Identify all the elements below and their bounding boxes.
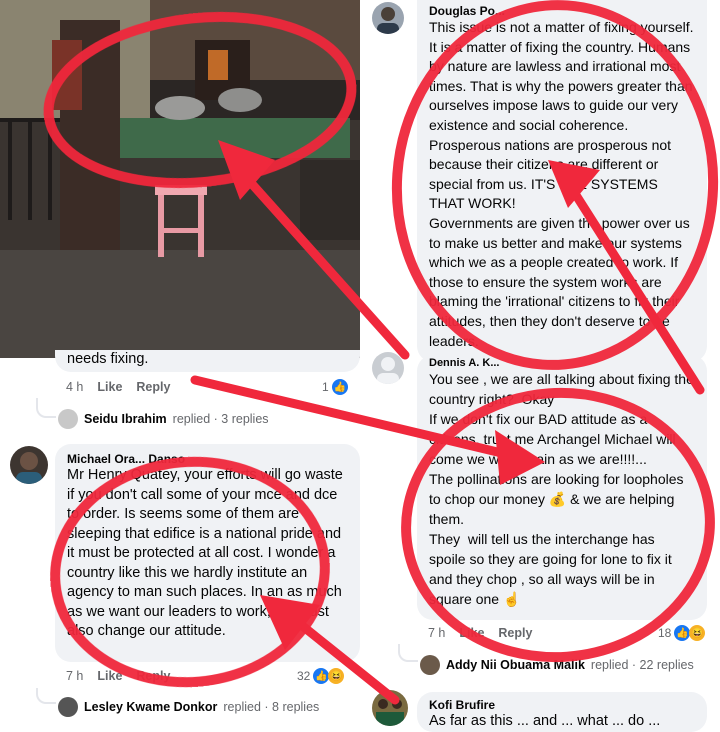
- like-button[interactable]: Like: [97, 669, 122, 683]
- comment-time: 7 h: [428, 626, 446, 640]
- reaction-count: 1: [322, 380, 329, 394]
- reaction-summary[interactable]: 1 👍: [322, 379, 348, 395]
- thread-connector: [36, 688, 56, 704]
- reaction-count: 18: [658, 626, 672, 640]
- like-button[interactable]: Like: [459, 626, 484, 640]
- avatar[interactable]: [10, 446, 48, 484]
- reply-button[interactable]: Reply: [498, 626, 532, 640]
- view-replies-link[interactable]: Addy Nii Obuama Malik replied · 22 repli…: [420, 655, 694, 675]
- street-vendor-photo: [0, 0, 360, 358]
- like-reaction-icon: 👍: [331, 379, 348, 395]
- partial-comment-text: needs fixing.: [67, 351, 149, 367]
- view-replies-link[interactable]: Lesley Kwame Donkor replied · 8 replies: [58, 697, 319, 717]
- haha-reaction-icon: 😆: [689, 625, 706, 641]
- reply-button[interactable]: Reply: [136, 669, 170, 683]
- avatar[interactable]: [372, 352, 404, 384]
- comment-author[interactable]: Kofi Brufire: [429, 698, 695, 712]
- comment-text: You see , we are all talking about fixin…: [429, 371, 694, 607]
- avatar[interactable]: [372, 690, 408, 726]
- person-icon: [377, 7, 399, 34]
- avatar: [58, 697, 78, 717]
- replies-count: replied · 22 replies: [590, 658, 694, 672]
- photo-scene: [0, 0, 360, 358]
- group-photo-icon: [376, 699, 404, 726]
- comment-bubble: Douglas Po... This issue is not a matter…: [417, 0, 707, 362]
- replies-count: replied · 3 replies: [172, 412, 269, 426]
- person-icon: [377, 357, 399, 384]
- avatar: [420, 655, 440, 675]
- avatar[interactable]: [372, 2, 404, 34]
- replies-author: Lesley Kwame Donkor: [84, 700, 218, 714]
- like-reaction-icon: 👍: [674, 625, 691, 641]
- comment-actions: 7 h Like Reply: [428, 626, 532, 640]
- reply-button[interactable]: Reply: [136, 380, 170, 394]
- avatar: [58, 409, 78, 429]
- comment-time: 7 h: [66, 669, 84, 683]
- comment-author[interactable]: Douglas Po...: [429, 4, 695, 18]
- comment-bubble: Kofi Brufire As far as this ... and ... …: [417, 692, 707, 732]
- reaction-count: 32: [297, 669, 311, 683]
- reaction-summary[interactable]: 18 👍 😆: [658, 625, 706, 641]
- like-reaction-icon: 👍: [313, 668, 330, 684]
- view-replies-link[interactable]: Seidu Ibrahim replied · 3 replies: [58, 409, 269, 429]
- reaction-summary[interactable]: 32 👍 😆: [297, 668, 345, 684]
- comment-text: This issue is not a matter of fixing you…: [429, 19, 694, 349]
- haha-reaction-icon: 😆: [328, 668, 345, 684]
- person-icon: [16, 452, 42, 484]
- comment-actions: 7 h Like Reply: [66, 669, 170, 683]
- comment-actions: 4 h Like Reply: [66, 380, 170, 394]
- thread-connector: [36, 398, 56, 418]
- comment-time: 4 h: [66, 380, 84, 394]
- replies-count: replied · 8 replies: [223, 700, 320, 714]
- comment-bubble: Michael Ora... Danso Mr Henry Quatey, yo…: [55, 444, 360, 662]
- replies-author: Addy Nii Obuama Malik: [446, 658, 585, 672]
- comment-author[interactable]: Michael Ora... Danso: [67, 452, 348, 466]
- partial-comment-bubble: needs fixing.: [55, 350, 360, 372]
- like-button[interactable]: Like: [97, 380, 122, 394]
- replies-author: Seidu Ibrahim: [84, 412, 167, 426]
- thread-connector: [398, 644, 418, 662]
- comment-author[interactable]: Dennis A. K...: [429, 357, 695, 369]
- comment-bubble: Dennis A. K... You see , we are all talk…: [417, 355, 707, 620]
- comment-text: Mr Henry Quatey, your efforts will go wa…: [67, 467, 347, 639]
- comment-text: As far as this ... and ... what ... do .…: [429, 713, 661, 729]
